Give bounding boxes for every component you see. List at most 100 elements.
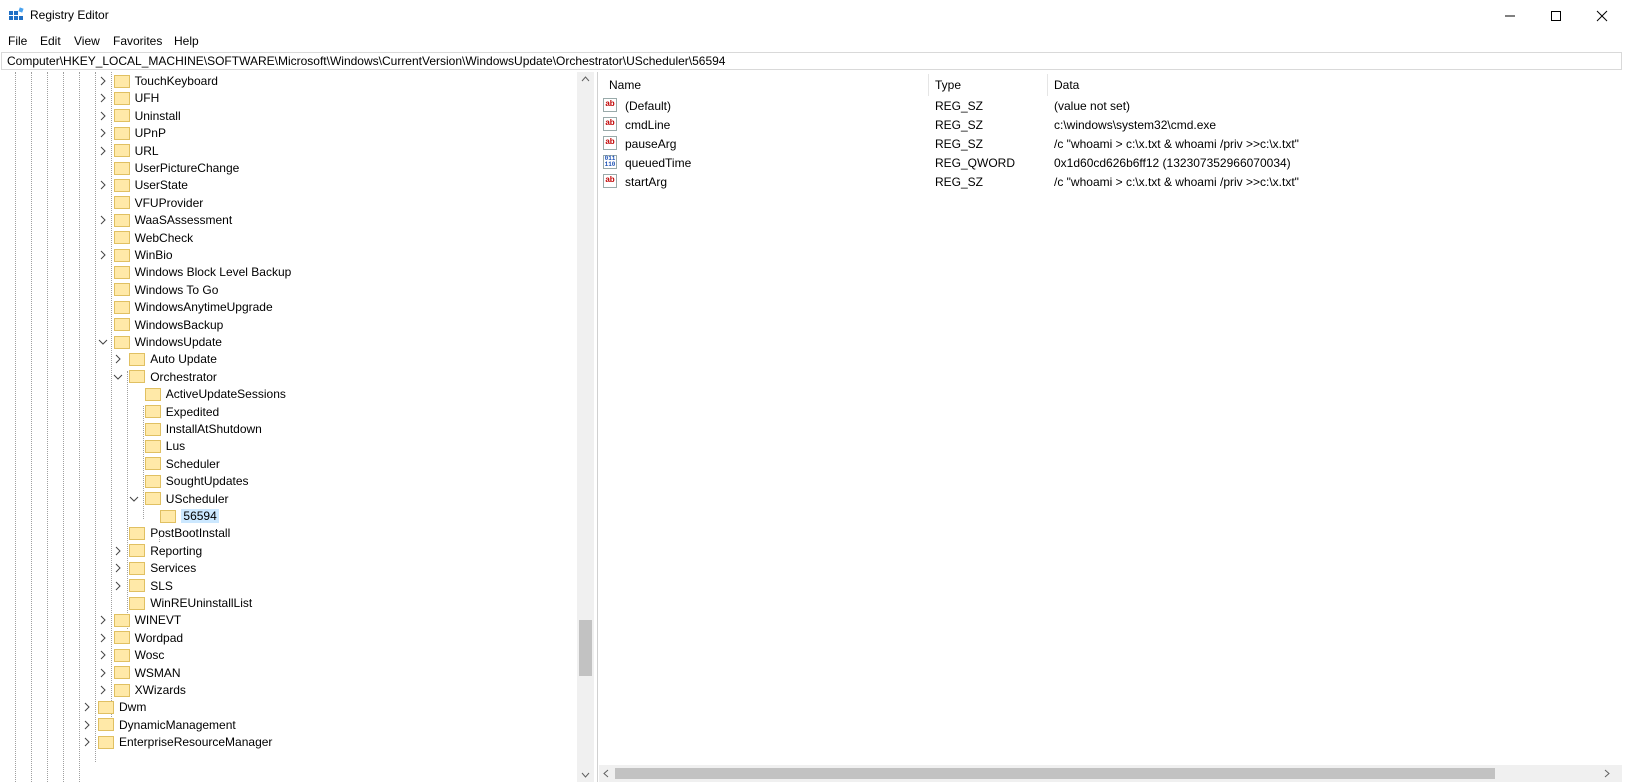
tree-item[interactable]: TouchKeyboard: [113, 72, 218, 90]
value-row[interactable]: ab startArg REG_SZ/c "whoami > c:\x.txt & …: [599, 173, 1619, 192]
tree-item[interactable]: URL: [113, 142, 159, 160]
address-bar[interactable]: Computer\HKEY_LOCAL_MACHINE\SOFTWARE\Mic…: [1, 52, 1622, 70]
scroll-left-icon[interactable]: [603, 769, 609, 778]
tree-item[interactable]: Scheduler: [144, 455, 220, 473]
tree-item[interactable]: PostBootInstall: [129, 524, 230, 542]
close-button[interactable]: [1579, 0, 1625, 31]
tree-item[interactable]: ActiveUpdateSessions: [144, 385, 286, 403]
tree-item[interactable]: UScheduler: [144, 490, 229, 508]
column-data[interactable]: Data: [1054, 78, 1079, 92]
column-divider[interactable]: [928, 74, 929, 96]
value-data: /c "whoami > c:\x.txt & whoami /priv >>c…: [1054, 137, 1299, 151]
menu-view[interactable]: View: [74, 34, 100, 48]
tree-scroll-thumb[interactable]: [579, 620, 592, 676]
tree-item[interactable]: WebCheck: [113, 229, 193, 247]
chevron-right-icon[interactable]: [82, 737, 92, 747]
chevron-right-icon[interactable]: [113, 581, 123, 591]
tree-item-label: WSMAN: [134, 665, 181, 680]
tree-item[interactable]: WinBio: [113, 246, 173, 264]
tree-item[interactable]: Lus: [144, 437, 185, 455]
tree-item[interactable]: WindowsAnytimeUpgrade: [113, 298, 273, 316]
tree-vertical-scrollbar[interactable]: [577, 72, 594, 782]
chevron-right-icon[interactable]: [113, 563, 123, 573]
column-name[interactable]: Name: [609, 78, 641, 92]
tree-item[interactable]: InstallAtShutdown: [144, 420, 262, 438]
chevron-right-icon[interactable]: [82, 702, 92, 712]
tree-item[interactable]: UFH: [113, 89, 159, 107]
tree-item[interactable]: SLS: [129, 577, 173, 595]
value-row[interactable]: 011 110 queuedTime REG_QWORD 0x1d60cd626b6f…: [599, 154, 1619, 173]
menu-edit[interactable]: Edit: [40, 34, 61, 48]
tree-item[interactable]: Wosc: [113, 646, 164, 664]
tree-item[interactable]: WindowsUpdate: [113, 333, 222, 351]
chevron-right-icon[interactable]: [98, 93, 108, 103]
tree-item[interactable]: Wordpad: [113, 629, 183, 647]
chevron-down-icon[interactable]: [113, 372, 123, 382]
scroll-up-icon[interactable]: [581, 76, 590, 82]
value-row[interactable]: ab cmdLine REG_SZ c:\windows\system32\cmd.e…: [599, 116, 1619, 135]
column-divider[interactable]: [1047, 74, 1048, 96]
tree-item[interactable]: 56594: [160, 507, 219, 525]
tree-item[interactable]: UserState: [113, 176, 188, 194]
chevron-right-icon[interactable]: [113, 546, 123, 556]
chevron-right-icon[interactable]: [82, 720, 92, 730]
list-horizontal-scrollbar[interactable]: [599, 765, 1622, 782]
tree-item[interactable]: WSMAN: [113, 664, 181, 682]
chevron-down-icon[interactable]: [129, 494, 139, 504]
column-type[interactable]: Type: [935, 78, 961, 92]
tree-item[interactable]: DynamicManagement: [98, 716, 236, 734]
tree-item[interactable]: WINEVT: [113, 611, 181, 629]
scroll-right-icon[interactable]: [1604, 769, 1610, 778]
folder-icon: [113, 335, 130, 349]
folder-icon: [129, 370, 146, 384]
chevron-right-icon[interactable]: [98, 250, 108, 260]
scroll-down-icon[interactable]: [581, 772, 590, 778]
tree-item[interactable]: SoughtUpdates: [144, 472, 249, 490]
chevron-right-icon[interactable]: [98, 215, 108, 225]
tree-item[interactable]: VFUProvider: [113, 194, 203, 212]
chevron-right-icon[interactable]: [98, 146, 108, 156]
chevron-right-icon[interactable]: [98, 615, 108, 625]
folder-icon: [113, 666, 130, 680]
tree-item[interactable]: Orchestrator: [129, 368, 217, 386]
tree-item-label: URL: [134, 143, 159, 158]
tree-item[interactable]: Windows To Go: [113, 281, 218, 299]
tree-item[interactable]: Uninstall: [113, 107, 181, 125]
tree-item[interactable]: Services: [129, 559, 196, 577]
menu-favorites[interactable]: Favorites: [113, 34, 162, 48]
chevron-right-icon[interactable]: [98, 650, 108, 660]
menu-file[interactable]: File: [8, 34, 27, 48]
tree-item[interactable]: Reporting: [129, 542, 202, 560]
tree-item[interactable]: EnterpriseResourceManager: [98, 733, 272, 751]
tree-item[interactable]: WindowsBackup: [113, 316, 223, 334]
chevron-down-icon[interactable]: [98, 337, 108, 347]
tree-item[interactable]: Dwm: [98, 698, 146, 716]
tree-item[interactable]: UPnP: [113, 124, 166, 142]
chevron-right-icon[interactable]: [98, 685, 108, 695]
menu-help[interactable]: Help: [174, 34, 199, 48]
chevron-right-icon[interactable]: [98, 668, 108, 678]
chevron-right-icon[interactable]: [113, 354, 123, 364]
chevron-right-icon[interactable]: [98, 111, 108, 121]
list-scroll-thumb[interactable]: [615, 768, 1495, 779]
tree-item-label: PostBootInstall: [150, 526, 231, 541]
tree-item[interactable]: Expedited: [144, 403, 219, 421]
tree-item[interactable]: Auto Update: [129, 350, 217, 368]
tree-item[interactable]: XWizards: [113, 681, 186, 699]
folder-icon: [113, 91, 130, 105]
chevron-right-icon[interactable]: [98, 180, 108, 190]
chevron-right-icon[interactable]: [98, 128, 108, 138]
maximize-button[interactable]: [1533, 0, 1579, 31]
tree-item[interactable]: WaaSAssessment: [113, 211, 232, 229]
tree-item[interactable]: WinREUninstallList: [129, 594, 252, 612]
pane-splitter[interactable]: [597, 72, 598, 782]
tree-item[interactable]: UserPictureChange: [113, 159, 239, 177]
tree-item-label: XWizards: [134, 683, 186, 697]
value-row[interactable]: ab (Default) REG_SZ (value not set): [599, 97, 1619, 116]
value-row[interactable]: ab pauseArg REG_SZ/c "whoami > c:\x.txt & …: [599, 135, 1619, 154]
tree-item[interactable]: Windows Block Level Backup: [113, 263, 291, 281]
chevron-right-icon[interactable]: [98, 633, 108, 643]
folder-icon: [129, 579, 146, 593]
chevron-right-icon[interactable]: [98, 76, 108, 86]
minimize-button[interactable]: [1487, 0, 1533, 31]
